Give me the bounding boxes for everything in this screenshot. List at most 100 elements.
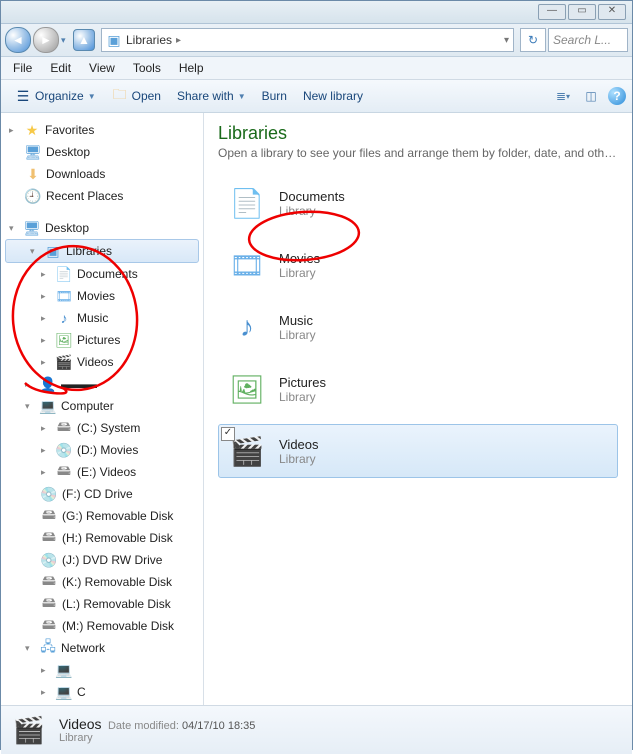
library-item-documents[interactable]: 📄 DocumentsLibrary — [218, 176, 618, 230]
tree-label: (C:) System — [77, 421, 140, 435]
library-item-pictures[interactable]: 🖼 PicturesLibrary — [218, 362, 618, 416]
videos-icon: 🎬 — [56, 354, 72, 370]
tree-drive-c[interactable]: 🖴(C:) System — [1, 417, 203, 439]
menu-edit[interactable]: Edit — [42, 59, 79, 77]
expand-icon[interactable] — [9, 223, 19, 234]
tree-drive-k[interactable]: 🖴(K:) Removable Disk — [1, 571, 203, 593]
chevron-down-icon: ▼ — [88, 92, 96, 101]
music-icon: ♪ — [227, 307, 267, 347]
tree-lib-pictures[interactable]: 🖼Pictures — [1, 329, 203, 351]
tree-computer[interactable]: 💻 Computer — [1, 395, 203, 417]
expand-icon[interactable] — [25, 379, 35, 390]
navigation-tree[interactable]: ★ Favorites 🖥Desktop ⬇Downloads 🕘Recent … — [1, 113, 204, 705]
tree-libraries[interactable]: ▣ Libraries — [5, 239, 199, 263]
content-subtitle: Open a library to see your files and arr… — [218, 146, 618, 160]
tree-lib-music[interactable]: ♪ Music — [1, 307, 203, 329]
tree-drive-e[interactable]: 🖴(E:) Videos — [1, 461, 203, 483]
menu-view[interactable]: View — [81, 59, 123, 77]
tree-label: (L:) Removable Disk — [62, 597, 171, 611]
maximize-button[interactable]: ▭ — [568, 4, 596, 20]
chevron-right-icon[interactable]: ▸ — [176, 35, 181, 46]
open-label: Open — [132, 89, 161, 103]
expand-icon[interactable] — [41, 665, 51, 676]
tree-lib-documents[interactable]: 📄Documents — [1, 263, 203, 285]
desktop-icon: 🖥 — [25, 144, 41, 160]
view-options-button[interactable]: ≣ ▾ — [552, 85, 574, 107]
menu-tools[interactable]: Tools — [125, 59, 169, 77]
details-pane: 🎬 Videos Date modified: 04/17/10 18:35 L… — [1, 705, 632, 754]
tree-desktop[interactable]: 🖥 Desktop — [1, 217, 203, 239]
tree-drive-f[interactable]: 💿(F:) CD Drive — [1, 483, 203, 505]
tree-network[interactable]: 🖧 Network — [1, 637, 203, 659]
tree-label: Videos — [77, 355, 113, 369]
tree-lib-videos[interactable]: 🎬 Videos — [1, 351, 203, 373]
minimize-button[interactable]: — — [538, 4, 566, 20]
tree-label: Downloads — [46, 167, 105, 181]
tree-label: Music — [77, 311, 108, 325]
menu-help[interactable]: Help — [171, 59, 212, 77]
expand-icon[interactable] — [41, 467, 51, 478]
expand-icon[interactable] — [30, 246, 40, 257]
tree-net-pc1[interactable]: 💻 — [1, 659, 203, 681]
expand-icon[interactable] — [41, 423, 51, 434]
back-button[interactable]: ◄ — [5, 27, 31, 53]
tree-fav-desktop[interactable]: 🖥Desktop — [1, 141, 203, 163]
new-library-button[interactable]: New library — [295, 86, 371, 106]
expand-icon[interactable] — [41, 313, 51, 324]
tree-favorites[interactable]: ★ Favorites — [1, 119, 203, 141]
tree-control-panel[interactable]: ⚙Control Panel — [1, 703, 203, 705]
close-button[interactable]: ✕ — [598, 4, 626, 20]
library-item-music[interactable]: ♪ MusicLibrary — [218, 300, 618, 354]
expand-icon[interactable] — [9, 125, 19, 136]
desktop-icon: 🖥 — [24, 220, 40, 236]
checkbox-icon[interactable]: ✓ — [221, 427, 235, 441]
tree-drive-d[interactable]: 💿(D:) Movies — [1, 439, 203, 461]
tree-lib-movies[interactable]: 🎞Movies — [1, 285, 203, 307]
tree-label: (G:) Removable Disk — [62, 509, 173, 523]
tree-fav-downloads[interactable]: ⬇Downloads — [1, 163, 203, 185]
music-icon: ♪ — [56, 310, 72, 326]
expand-icon[interactable] — [41, 335, 51, 346]
tree-net-pc2[interactable]: 💻C — [1, 681, 203, 703]
tree-drive-j[interactable]: 💿(J:) DVD RW Drive — [1, 549, 203, 571]
libraries-icon: ▣ — [45, 243, 61, 259]
movies-icon: 🎞 — [227, 245, 267, 285]
forward-button[interactable]: ► — [33, 27, 59, 53]
library-item-videos[interactable]: ✓ 🎬 VideosLibrary — [218, 424, 618, 478]
refresh-button[interactable]: ↻ — [520, 28, 546, 52]
help-button[interactable]: ? — [608, 87, 626, 105]
details-mod-value: 04/17/10 18:35 — [182, 720, 255, 732]
expand-icon[interactable] — [25, 401, 35, 412]
expand-icon[interactable] — [41, 269, 51, 280]
address-segment[interactable]: Libraries — [122, 33, 176, 47]
item-type: Library — [279, 328, 316, 342]
search-input[interactable]: Search L... — [548, 28, 628, 52]
library-item-movies[interactable]: 🎞 MoviesLibrary — [218, 238, 618, 292]
tree-drive-m[interactable]: 🖴(M:) Removable Disk — [1, 615, 203, 637]
up-button[interactable]: ▲ — [73, 29, 95, 51]
burn-button[interactable]: Burn — [254, 86, 295, 106]
address-bar[interactable]: ▣ Libraries ▸ ▾ — [101, 28, 514, 52]
expand-icon[interactable] — [41, 687, 51, 698]
history-dropdown[interactable]: ▾ — [61, 35, 71, 46]
expand-icon[interactable] — [41, 291, 51, 302]
organize-button[interactable]: ☰ Organize ▼ — [7, 85, 104, 107]
tree-drive-h[interactable]: 🖴(H:) Removable Disk — [1, 527, 203, 549]
share-button[interactable]: Share with ▼ — [169, 86, 254, 106]
preview-pane-button[interactable]: ◫ — [580, 85, 602, 107]
tree-drive-g[interactable]: 🖴(G:) Removable Disk — [1, 505, 203, 527]
expand-icon[interactable] — [41, 445, 51, 456]
tree-label: Recent Places — [46, 189, 123, 203]
expand-icon[interactable] — [25, 643, 35, 654]
disc-icon: 💿 — [41, 552, 57, 568]
expand-icon[interactable] — [41, 357, 51, 368]
tree-fav-recent[interactable]: 🕘Recent Places — [1, 185, 203, 207]
documents-icon: 📄 — [56, 266, 72, 282]
tree-redacted-user[interactable]: 👤▬▬▬ — [1, 373, 203, 395]
folder-open-icon: 🗀 — [112, 88, 128, 104]
address-dropdown-icon[interactable]: ▾ — [504, 35, 509, 46]
organize-label: Organize — [35, 89, 84, 103]
tree-drive-l[interactable]: 🖴(L:) Removable Disk — [1, 593, 203, 615]
menu-file[interactable]: File — [5, 59, 40, 77]
open-button[interactable]: 🗀 Open — [104, 85, 169, 107]
